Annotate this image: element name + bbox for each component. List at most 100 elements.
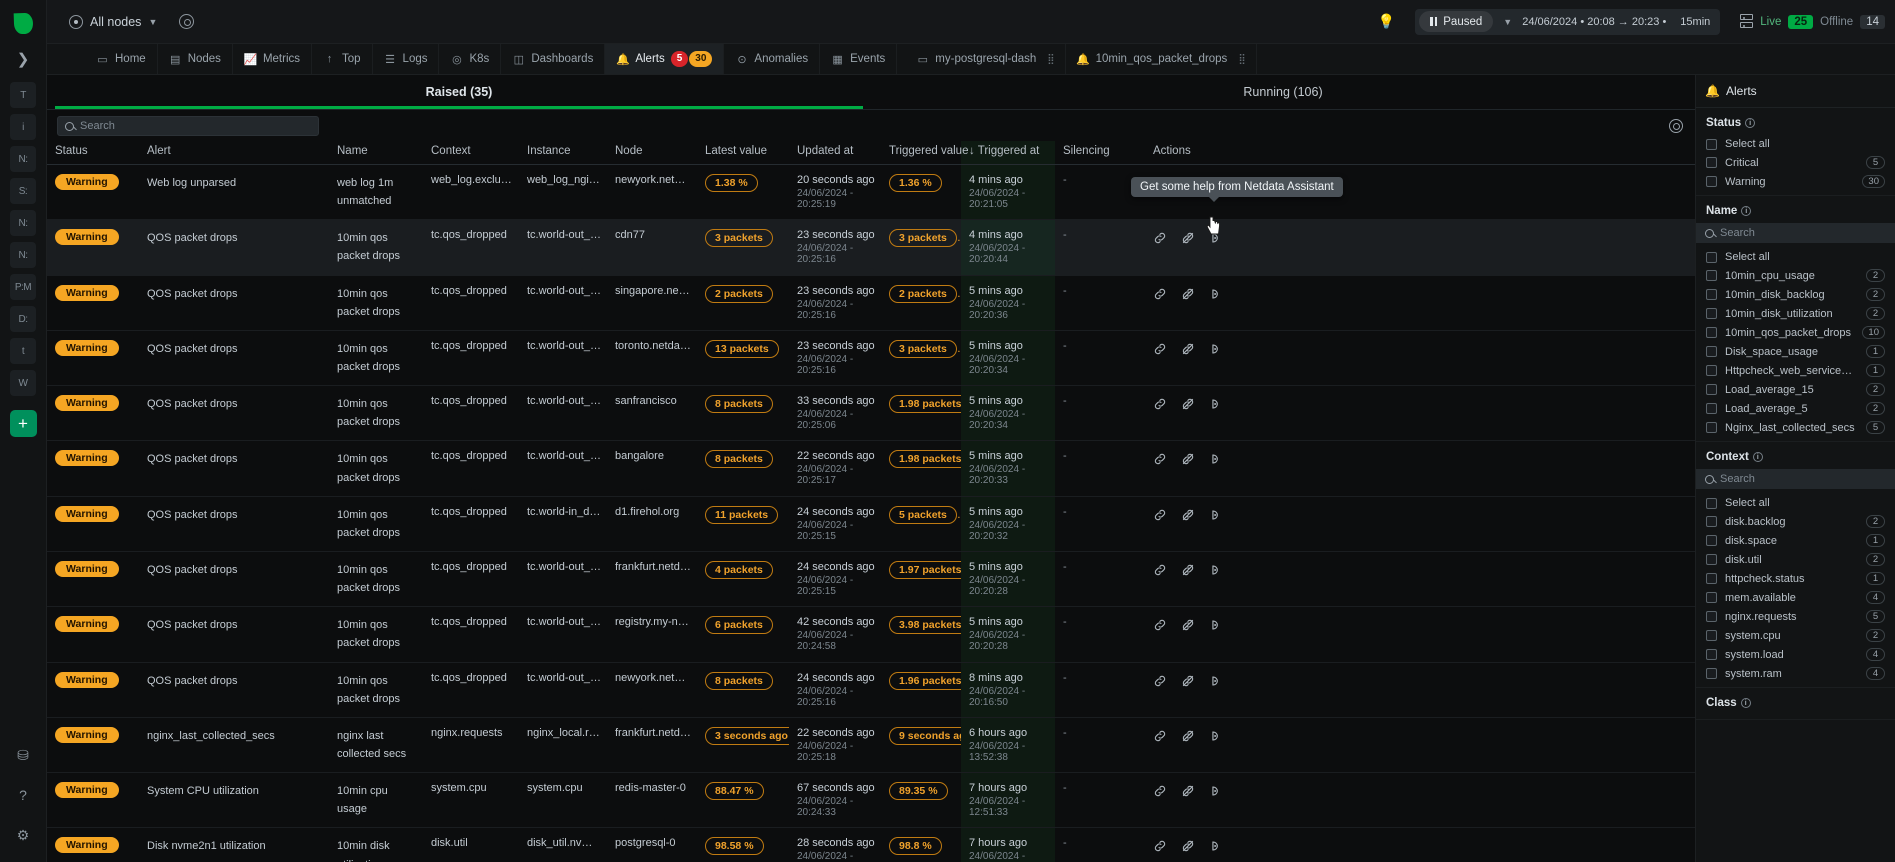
table-row[interactable]: Warning System CPU utilization 10min cpu u… <box>47 772 1695 829</box>
filter-option[interactable]: system.load 4 <box>1696 645 1895 664</box>
checkbox[interactable] <box>1706 176 1717 187</box>
lightbulb-icon[interactable]: 💡 <box>1375 11 1397 33</box>
assistant-icon[interactable] <box>1209 563 1223 577</box>
assistant-icon[interactable] <box>1209 287 1223 301</box>
rail-node-5[interactable]: N: <box>10 242 36 268</box>
silence-icon[interactable] <box>1181 452 1195 466</box>
filter-search-wrapper[interactable] <box>1696 223 1895 243</box>
link-icon[interactable] <box>1153 674 1167 688</box>
rail-node-4[interactable]: N: <box>10 210 36 236</box>
gear-icon[interactable] <box>179 14 195 29</box>
link-icon[interactable] <box>1153 397 1167 411</box>
date-range-label[interactable]: 24/06/2024 • 20:08 → 20:23 • <box>1522 16 1666 28</box>
silence-icon[interactable] <box>1181 287 1195 301</box>
silence-icon[interactable] <box>1181 397 1195 411</box>
filter-option[interactable]: httpcheck.status 1 <box>1696 569 1895 588</box>
col-header-silencing[interactable]: Silencing <box>1055 141 1145 165</box>
table-settings-gear-icon[interactable] <box>1669 119 1683 133</box>
link-icon[interactable] <box>1153 231 1167 245</box>
checkbox[interactable] <box>1706 384 1717 395</box>
assistant-icon[interactable] <box>1209 784 1223 798</box>
filter-select-all[interactable]: Select all <box>1696 248 1895 266</box>
filter-option[interactable]: Disk_space_usage 1 <box>1696 342 1895 361</box>
tab-metrics[interactable]: 📈 Metrics <box>233 44 312 74</box>
filter-option[interactable]: Load_average_15 2 <box>1696 380 1895 399</box>
checkbox[interactable] <box>1706 403 1717 414</box>
checkbox[interactable] <box>1706 270 1717 281</box>
assistant-icon[interactable] <box>1209 342 1223 356</box>
tab-events[interactable]: ▦ Events <box>820 44 898 74</box>
checkbox[interactable] <box>1706 630 1717 641</box>
chevron-right-icon[interactable]: ❯ <box>0 46 46 72</box>
table-row[interactable]: Warning QOS packet drops 10min qos packet … <box>47 496 1695 552</box>
checkbox[interactable] <box>1706 611 1717 622</box>
tab-home[interactable]: ▭ Home <box>85 44 158 74</box>
filter-option[interactable]: mem.available 4 <box>1696 588 1895 607</box>
table-row[interactable]: Warning QOS packet drops 10min qos packet … <box>47 440 1695 497</box>
pinned-tab-0[interactable]: ▭ my-postgresql-dash ⣿ <box>905 44 1066 74</box>
col-header-node[interactable]: Node <box>607 141 697 165</box>
filter-search-input[interactable] <box>1720 227 1886 239</box>
rail-node-9[interactable]: W <box>10 370 36 396</box>
table-row[interactable]: Warning Disk nvme2n1 utilization 10min dis… <box>47 827 1695 862</box>
info-icon[interactable]: i <box>1741 206 1752 216</box>
integrations-icon[interactable]: ⛁ <box>10 742 36 768</box>
tab-dashboards[interactable]: ◫ Dashboards <box>501 44 606 74</box>
settings-icon[interactable]: ⚙ <box>10 822 36 848</box>
table-row[interactable]: Warning QOS packet drops 10min qos packet … <box>47 219 1695 276</box>
filter-option[interactable]: 10min_disk_backlog 2 <box>1696 285 1895 304</box>
link-icon[interactable] <box>1153 729 1167 743</box>
checkbox[interactable] <box>1706 516 1717 527</box>
link-icon[interactable] <box>1153 342 1167 356</box>
checkbox[interactable] <box>1706 497 1717 509</box>
col-header-triggered-at[interactable]: ↓ Triggered at <box>961 141 1055 165</box>
assistant-icon[interactable] <box>1209 839 1223 853</box>
filter-option[interactable]: Load_average_5 2 <box>1696 399 1895 418</box>
info-icon[interactable]: i <box>1752 452 1763 462</box>
silence-icon[interactable] <box>1181 508 1195 522</box>
checkbox[interactable] <box>1706 138 1717 150</box>
search-input[interactable] <box>80 120 311 132</box>
silence-icon[interactable] <box>1181 784 1195 798</box>
checkbox[interactable] <box>1706 289 1717 300</box>
col-header-status[interactable]: Status <box>47 141 139 165</box>
filter-option[interactable]: 10min_disk_utilization 2 <box>1696 304 1895 323</box>
tab-nodes[interactable]: ▤ Nodes <box>158 44 233 74</box>
link-icon[interactable] <box>1153 452 1167 466</box>
link-icon[interactable] <box>1153 508 1167 522</box>
help-icon[interactable]: ? <box>10 782 36 808</box>
assistant-icon[interactable] <box>1209 618 1223 632</box>
table-row[interactable]: Warning QOS packet drops 10min qos packet … <box>47 275 1695 331</box>
filter-option[interactable]: disk.backlog 2 <box>1696 512 1895 531</box>
link-icon[interactable] <box>1153 563 1167 577</box>
link-icon[interactable] <box>1153 618 1167 632</box>
checkbox[interactable] <box>1706 308 1717 319</box>
col-header-triggered-value[interactable]: Triggered value <box>881 141 968 165</box>
assistant-icon[interactable] <box>1209 231 1223 245</box>
silence-icon[interactable] <box>1181 342 1195 356</box>
table-row[interactable]: Warning QOS packet drops 10min qos packet … <box>47 551 1695 608</box>
col-header-instance[interactable]: Instance <box>519 141 607 165</box>
col-header-latest-value[interactable]: Latest value <box>697 141 789 165</box>
checkbox[interactable] <box>1706 346 1717 357</box>
chevron-down-icon[interactable]: ▼ <box>1503 17 1512 27</box>
table-row[interactable]: Warning nginx_last_collected_secs nginx la… <box>47 717 1695 774</box>
table-row[interactable]: Warning QOS packet drops 10min qos packet … <box>47 330 1695 387</box>
tab-top[interactable]: ↑ Top <box>312 44 373 74</box>
node-picker[interactable]: All nodes ▼ <box>61 11 165 33</box>
col-header-actions[interactable]: Actions <box>1145 141 1695 165</box>
assistant-icon[interactable] <box>1209 397 1223 411</box>
link-icon[interactable] <box>1153 287 1167 301</box>
tab-anomalies[interactable]: ⊙ Anomalies <box>724 44 821 74</box>
silence-icon[interactable] <box>1181 563 1195 577</box>
rail-node-3[interactable]: S: <box>10 178 36 204</box>
add-space-button[interactable]: + <box>9 410 37 437</box>
silence-icon[interactable] <box>1181 618 1195 632</box>
table-row[interactable]: Warning QOS packet drops 10min qos packet … <box>47 385 1695 442</box>
checkbox[interactable] <box>1706 649 1717 660</box>
assistant-icon[interactable] <box>1209 452 1223 466</box>
time-range-picker[interactable]: Paused ▼ 24/06/2024 • 20:08 → 20:23 • 15… <box>1415 8 1721 35</box>
alerts-table-scroll[interactable]: Status Alert Name Context Instance Node Latest… <box>47 141 1695 862</box>
subtab-raised[interactable]: Raised (35) <box>47 75 871 109</box>
checkbox[interactable] <box>1706 157 1717 168</box>
